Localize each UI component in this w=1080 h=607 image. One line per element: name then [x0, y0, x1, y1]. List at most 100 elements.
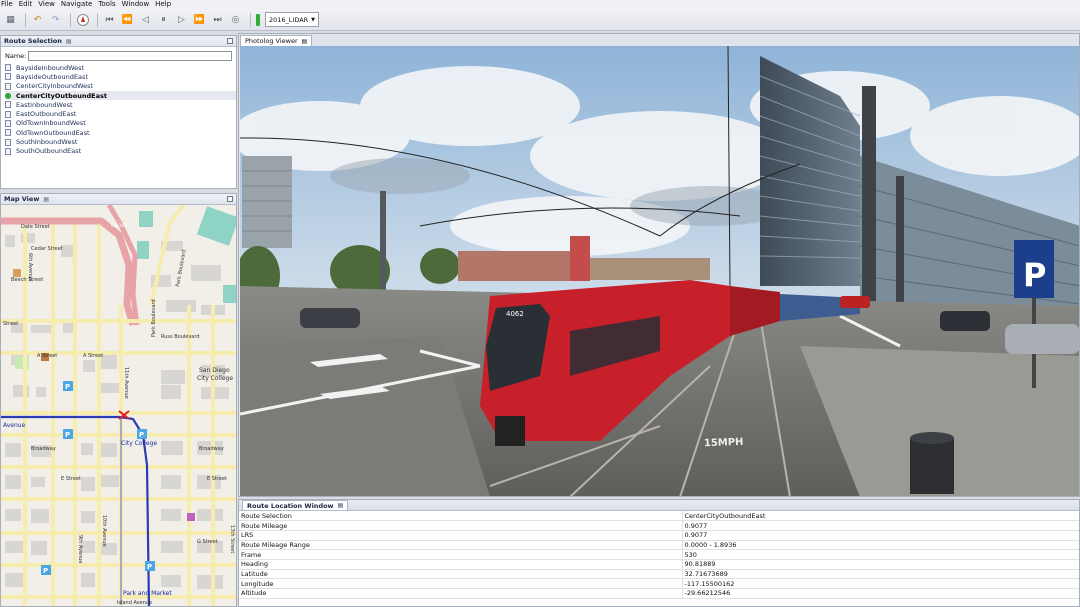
- dataset-select-value: 2016_LIDAR: [269, 15, 309, 24]
- property-name: Route Selection: [239, 511, 683, 522]
- road-marking-speed: 15MPH: [704, 437, 744, 449]
- chevron-down-icon: ▼: [311, 16, 315, 23]
- minimize-button[interactable]: [227, 196, 233, 202]
- route-item[interactable]: CenterCityOutboundEast: [5, 90, 236, 101]
- property-value: 32.71673689: [682, 569, 1079, 580]
- route-item-label: SouthOutboundEast: [16, 147, 82, 156]
- menu-navigate[interactable]: Navigate: [61, 0, 92, 9]
- play-forward-button[interactable]: ▷: [174, 12, 189, 27]
- table-row: Longitude -117.15500162: [239, 578, 1079, 589]
- menu-file[interactable]: File: [1, 0, 13, 9]
- panel-menu-icon[interactable]: ▤: [302, 38, 308, 45]
- map-label-island-avenue: Island Avenue: [117, 600, 152, 606]
- route-list: BaysideInboundWest BaysideOutboundEast Cen…: [1, 63, 236, 156]
- document-icon: [5, 110, 11, 118]
- photolog-viewer-panel: Photolog Viewer ▤ 4062 15MPH P: [238, 33, 1080, 497]
- property-name: Heading: [239, 559, 683, 570]
- svg-text:P: P: [43, 567, 48, 575]
- route-location-panel: Route Location Window ▤ Route Selection C…: [238, 499, 1080, 607]
- svg-text:P: P: [147, 563, 152, 571]
- layers-button[interactable]: ▦: [3, 12, 18, 27]
- route-item[interactable]: CenterCityInboundWest: [5, 82, 236, 91]
- previous-step-button[interactable]: ⏪: [120, 12, 135, 27]
- route-item-label: OldTownInboundWest: [16, 119, 86, 128]
- application-window: File Edit View Navigate Tools Window Hel…: [0, 0, 1080, 607]
- table-row: Latitude 32.71673689: [239, 569, 1079, 580]
- route-item-label: BaysideOutboundEast: [16, 72, 88, 81]
- redo-icon: ↷: [51, 14, 60, 25]
- undo-icon: ↶: [33, 14, 42, 25]
- menu-edit[interactable]: Edit: [19, 0, 33, 9]
- map-label-a-street-1: A Street: [37, 353, 57, 359]
- speed-icon: ◎: [231, 14, 240, 25]
- map-view-title: Map View: [4, 195, 40, 203]
- map-label-cedar-street: Cedar Street: [31, 246, 63, 252]
- toolbar-separator: [25, 12, 26, 27]
- next-step-button[interactable]: ⏩: [192, 12, 207, 27]
- compass-button[interactable]: [75, 12, 90, 27]
- menu-tools[interactable]: Tools: [98, 0, 115, 9]
- table-row: Route Mileage 0.9077: [239, 520, 1079, 531]
- undo-button[interactable]: ↶: [30, 12, 45, 27]
- name-label: Name:: [5, 52, 27, 60]
- route-location-header: Route Location Window ▤: [239, 500, 1079, 511]
- street-photo[interactable]: 4062 15MPH P: [240, 46, 1080, 497]
- document-icon: [5, 119, 11, 127]
- map-view-header: Map View ▤: [1, 194, 236, 205]
- tab-route-location[interactable]: Route Location Window ▤: [242, 500, 349, 510]
- document-icon: [5, 129, 11, 137]
- map-canvas[interactable]: PPPPP Date Street Cedar Street Beech Str…: [1, 205, 237, 607]
- route-item[interactable]: BaysideOutboundEast: [5, 72, 236, 81]
- route-item[interactable]: SouthOutboundEast: [5, 147, 236, 156]
- speed-button[interactable]: ◎: [228, 12, 243, 27]
- map-label-10th-avenue: 10th Avenue: [101, 515, 107, 547]
- property-value: -29.66212546: [682, 588, 1079, 599]
- dataset-select[interactable]: 2016_LIDAR ▼: [265, 12, 319, 27]
- property-name: Route Mileage: [239, 520, 683, 531]
- route-location-title: Route Location Window: [247, 501, 334, 510]
- panel-menu-icon[interactable]: ▤: [43, 196, 49, 203]
- route-item[interactable]: OldTownOutboundEast: [5, 128, 236, 137]
- property-name: Frame: [239, 549, 683, 560]
- toolbar-separator: [97, 12, 98, 27]
- property-name: Altitude: [239, 588, 683, 599]
- minimize-button[interactable]: [227, 38, 233, 44]
- route-item[interactable]: BaysideInboundWest: [5, 63, 236, 72]
- map-label-sd-city-college-2: City College: [197, 375, 233, 382]
- play-backward-button[interactable]: ◁: [138, 12, 153, 27]
- menu-window[interactable]: Window: [122, 0, 150, 9]
- name-filter-input[interactable]: [28, 51, 232, 61]
- map-label-city-college: City College: [121, 440, 157, 447]
- panel-menu-icon[interactable]: ▤: [338, 502, 344, 509]
- redo-button[interactable]: ↷: [48, 12, 63, 27]
- map-label-6th-avenue: 6th Avenue: [27, 253, 33, 281]
- map-label-e-street-1: E Street: [61, 476, 81, 482]
- map-label-9th-avenue: 9th Avenue: [77, 535, 83, 563]
- route-item[interactable]: EastOutboundEast: [5, 109, 236, 118]
- pause-button[interactable]: ⏸: [156, 12, 171, 27]
- svg-text:P: P: [65, 431, 70, 439]
- menu-view[interactable]: View: [38, 0, 55, 9]
- menu-help[interactable]: Help: [155, 0, 171, 9]
- document-icon: [5, 138, 11, 146]
- route-item-label: EastInboundWest: [16, 100, 73, 109]
- route-item[interactable]: EastInboundWest: [5, 100, 236, 109]
- photolog-viewer-title: Photolog Viewer: [245, 37, 298, 45]
- active-route-icon: [5, 92, 11, 99]
- document-icon: [5, 82, 11, 90]
- route-item-label: OldTownOutboundEast: [16, 128, 90, 137]
- property-value: 530: [682, 549, 1079, 560]
- document-icon: [5, 64, 11, 72]
- map-view-panel: Map View ▤ P P P P P Date Street Cedar S…: [0, 193, 237, 607]
- tab-photolog-viewer[interactable]: Photolog Viewer ▤: [240, 35, 313, 46]
- menu-bar: File Edit View Navigate Tools Window Hel…: [0, 0, 1080, 9]
- play-backward-icon: ◁: [142, 14, 149, 25]
- panel-menu-icon[interactable]: ▤: [66, 38, 72, 45]
- route-item[interactable]: OldTownInboundWest: [5, 119, 236, 128]
- route-item[interactable]: SouthInboundWest: [5, 137, 236, 146]
- last-frame-button[interactable]: ⏭: [210, 12, 225, 27]
- property-name: Route Mileage Range: [239, 540, 683, 551]
- table-row: Route Selection CenterCityOutboundEast: [239, 511, 1079, 522]
- play-icon: ▷: [178, 14, 185, 25]
- first-frame-button[interactable]: ⏮: [102, 12, 117, 27]
